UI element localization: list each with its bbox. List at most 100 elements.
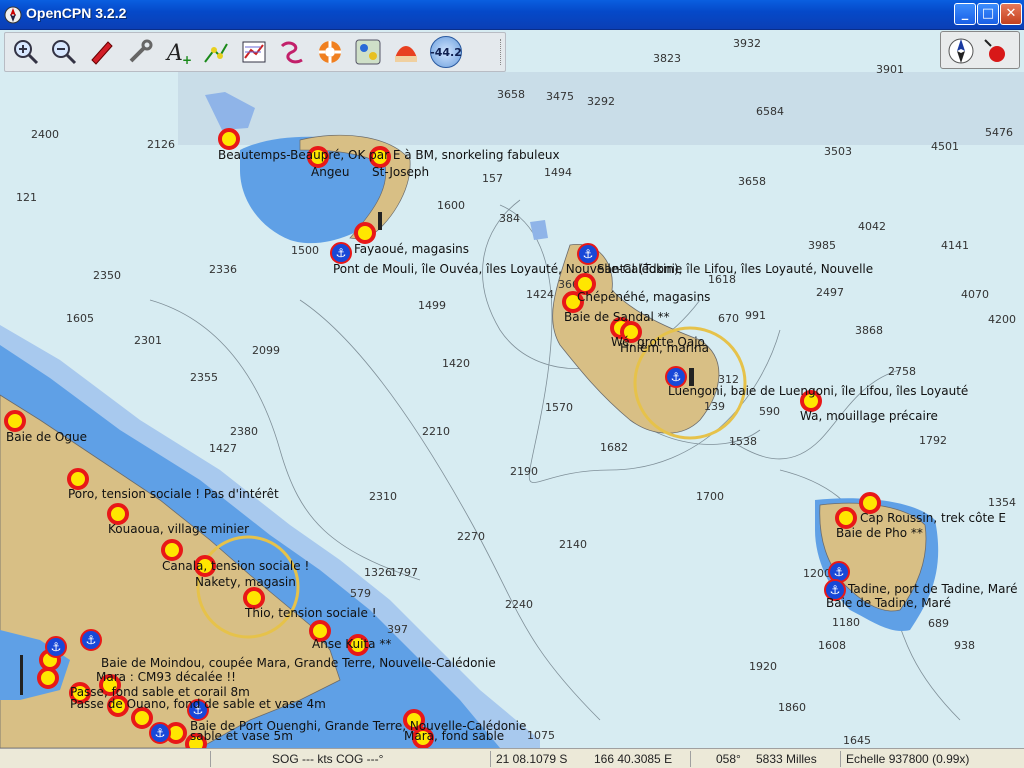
svg-text:⚓: ⚓	[671, 370, 682, 384]
anchor-icon[interactable]: ⚓	[577, 243, 599, 265]
place-label: Nakety, magasin	[195, 575, 296, 589]
place-label: Baie de Moindou, coupée Mara, Grande Ter…	[101, 656, 496, 670]
waypoint-marker[interactable]	[218, 128, 240, 150]
sog-cog-readout: SOG --- kts COG ---°	[272, 752, 384, 766]
depth-sounding: 670	[718, 312, 739, 325]
depth-sounding: 2099	[252, 344, 280, 357]
depth-sounding: 689	[928, 617, 949, 630]
depth-sounding: 397	[387, 623, 408, 636]
latitude-readout: 21 08.1079 S	[496, 752, 568, 766]
zoom-out-button[interactable]	[47, 36, 81, 68]
zoom-level-indicator[interactable]: -44.2	[429, 36, 463, 68]
waypoint-marker[interactable]	[835, 507, 857, 529]
route-manager-button[interactable]	[275, 36, 309, 68]
place-label: Baie de Ogue	[6, 430, 87, 444]
depth-sounding: 2240	[505, 598, 533, 611]
place-label: Beautemps-Beaupré, OK par E à BM, snorke…	[218, 148, 560, 162]
depth-sounding: 2400	[31, 128, 59, 141]
depth-sounding: 579	[350, 587, 371, 600]
place-label: Passe de Ouano, fond de sable et vase 4m	[70, 697, 326, 711]
boat-icon	[91, 41, 113, 65]
depth-sounding: 2355	[190, 371, 218, 384]
depth-sounding: 1424	[526, 288, 554, 301]
follow-boat-button[interactable]	[85, 36, 119, 68]
depth-sounding: 2210	[422, 425, 450, 438]
minimize-button[interactable]: _	[954, 3, 976, 25]
text-button[interactable]: A +	[161, 36, 195, 68]
depth-sounding: 2497	[816, 286, 844, 299]
place-label: Baie de Pho **	[836, 526, 923, 540]
depth-sounding: 1792	[919, 434, 947, 447]
route-icon	[204, 43, 228, 63]
depth-sounding: 1797	[390, 566, 418, 579]
waypoint-marker[interactable]	[4, 410, 26, 432]
waypoint-marker[interactable]	[243, 587, 265, 609]
place-label: Anse Kuita **	[312, 637, 391, 651]
compass-icon	[948, 38, 1005, 64]
route-button[interactable]	[199, 36, 233, 68]
nautical-chart[interactable]: 3932 3823 3901 3658 3475 3292 6584 5476 2400 2126…	[0, 30, 1024, 748]
place-label: Poro, tension sociale ! Pas d'intérêt	[68, 487, 279, 501]
depth-sounding: 139	[704, 400, 725, 413]
zoom-in-button[interactable]	[9, 36, 43, 68]
depth-sounding: 1605	[66, 312, 94, 325]
waypoint-marker[interactable]	[354, 222, 376, 244]
scale-readout: Echelle 937800 (0.99x)	[846, 752, 970, 766]
close-button[interactable]: ✕	[1000, 3, 1022, 25]
waypoint-marker[interactable]	[131, 707, 153, 729]
svg-text:⚓: ⚓	[155, 726, 166, 740]
depth-sounding: 2190	[510, 465, 538, 478]
anchor-icon[interactable]: ⚓	[828, 561, 850, 583]
place-label: Tadine, port de Tadine, Maré	[847, 582, 1018, 596]
maximize-button[interactable]: □	[977, 3, 999, 25]
depth-sounding: 3292	[587, 95, 615, 108]
depth-sounding: 5476	[985, 126, 1013, 139]
depth-sounding: 4141	[941, 239, 969, 252]
depth-sounding: 1427	[209, 442, 237, 455]
place-label: Wa, mouillage précaire	[800, 409, 938, 423]
waypoint-marker[interactable]	[107, 503, 129, 525]
waypoint-marker[interactable]	[67, 468, 89, 490]
depth-sounding: 2380	[230, 425, 258, 438]
depth-sounding: 6584	[756, 105, 784, 118]
place-label: Hnièm, marina	[620, 341, 709, 355]
wrench-icon	[129, 39, 153, 63]
ais-icon	[355, 39, 381, 65]
anchor-icon[interactable]: ⚓	[149, 722, 171, 744]
depth-sounding: 4200	[988, 313, 1016, 326]
anchor-icon[interactable]: ⚓	[330, 242, 352, 264]
depth-sounding: 3503	[824, 145, 852, 158]
tide-button[interactable]	[389, 36, 423, 68]
depth-sounding: 384	[499, 212, 520, 225]
depth-sounding: 2336	[209, 263, 237, 276]
chart-canvas[interactable]: 3932 3823 3901 3658 3475 3292 6584 5476 2400 2126…	[0, 30, 1024, 748]
anchor-icon[interactable]: ⚓	[80, 629, 102, 651]
place-label: Baie de Tadine, Maré	[826, 596, 951, 610]
depth-sounding: 2126	[147, 138, 175, 151]
lighthouse-icon	[378, 212, 382, 230]
depth-sounding: 1538	[729, 435, 757, 448]
depth-sounding: 157	[482, 172, 503, 185]
anchor-icon[interactable]: ⚓	[45, 636, 67, 658]
depth-sounding: 3475	[546, 90, 574, 103]
depth-sounding: 1920	[749, 660, 777, 673]
compass-widget[interactable]	[940, 31, 1020, 69]
svg-text:⚓: ⚓	[336, 246, 347, 260]
place-label: Chépénéhé, magasins	[577, 290, 710, 304]
toolbar-grip[interactable]	[500, 39, 502, 65]
depth-sounding: 121	[16, 191, 37, 204]
depth-sounding: 3868	[855, 324, 883, 337]
beacon-icon	[20, 655, 23, 695]
depth-sounding: 938	[954, 639, 975, 652]
ais-button[interactable]	[351, 36, 385, 68]
waypoint-marker[interactable]	[37, 667, 59, 689]
waypoint-marker[interactable]	[859, 492, 881, 514]
settings-button[interactable]	[123, 36, 157, 68]
gps-status-icon	[989, 46, 1005, 62]
mob-button[interactable]	[313, 36, 347, 68]
track-button[interactable]	[237, 36, 271, 68]
depth-sounding: 2301	[134, 334, 162, 347]
depth-sounding: 1075	[527, 729, 555, 742]
place-label: Canala, tension sociale !	[162, 559, 309, 573]
waypoint-marker[interactable]	[161, 539, 183, 561]
